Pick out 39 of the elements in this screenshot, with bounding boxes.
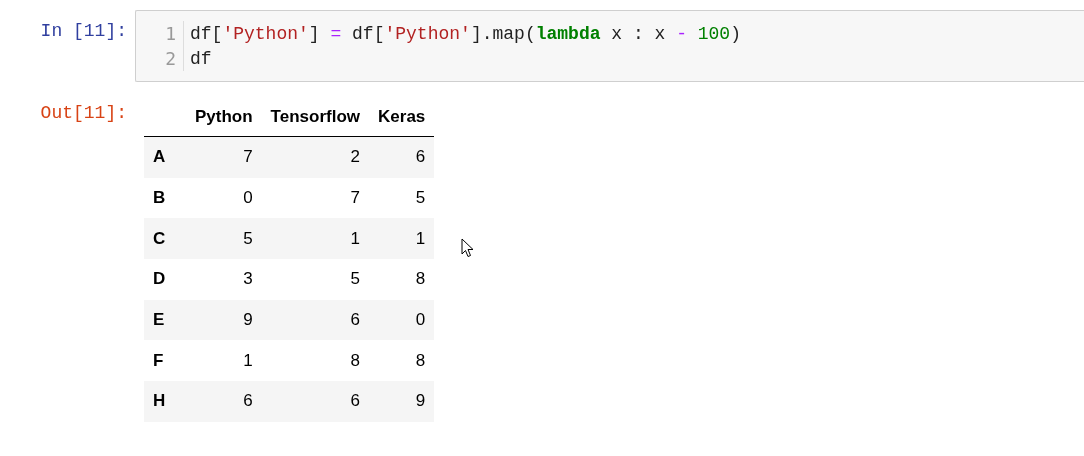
row-index: E	[144, 299, 186, 341]
table-cell: 6	[261, 299, 370, 341]
table-cell: 1	[186, 340, 262, 382]
column-header: Tensorflow	[261, 107, 370, 137]
table-cell: 5	[261, 259, 370, 300]
table-cell: 5	[186, 218, 262, 260]
table-cell: 6	[186, 381, 262, 422]
table-cell: 9	[186, 299, 262, 341]
row-index: D	[144, 259, 186, 300]
table-cell: 1	[261, 218, 370, 260]
output-prompt: Out[11]:	[39, 102, 128, 125]
column-header: Python	[186, 107, 262, 137]
table-cell: 6	[369, 136, 435, 178]
row-index: C	[144, 218, 186, 260]
row-index: A	[144, 136, 186, 178]
code-line: df	[189, 48, 212, 69]
line-number: 1	[136, 21, 184, 46]
row-index: H	[144, 381, 186, 422]
table-cell: 3	[186, 259, 262, 300]
table-cell: 5	[369, 177, 435, 219]
line-number: 2	[136, 46, 184, 71]
table-cell: 8	[369, 259, 435, 300]
table-cell: 2	[261, 136, 370, 178]
table-cell: 6	[261, 381, 370, 422]
table-cell: 7	[186, 136, 262, 178]
table-cell: 8	[261, 340, 370, 382]
row-index: B	[144, 177, 186, 219]
table-cell: 0	[186, 177, 262, 219]
code-cell[interactable]: 1 df['Python'] = df['Python'].map(lambda x : x - 100) 2 df	[135, 10, 1084, 82]
input-prompt: In [11]:	[39, 20, 128, 43]
row-index: F	[144, 340, 186, 382]
mouse-pointer-icon	[461, 238, 474, 258]
column-header: Keras	[369, 107, 435, 137]
table-cell: 7	[261, 177, 370, 219]
table-cell: 8	[369, 340, 435, 382]
table-cell: 0	[369, 299, 435, 341]
code-line: df['Python'] = df['Python'].map(lambda x : x - 100)	[189, 23, 741, 44]
table-cell: 9	[369, 381, 435, 422]
table-cell: 1	[369, 218, 435, 260]
